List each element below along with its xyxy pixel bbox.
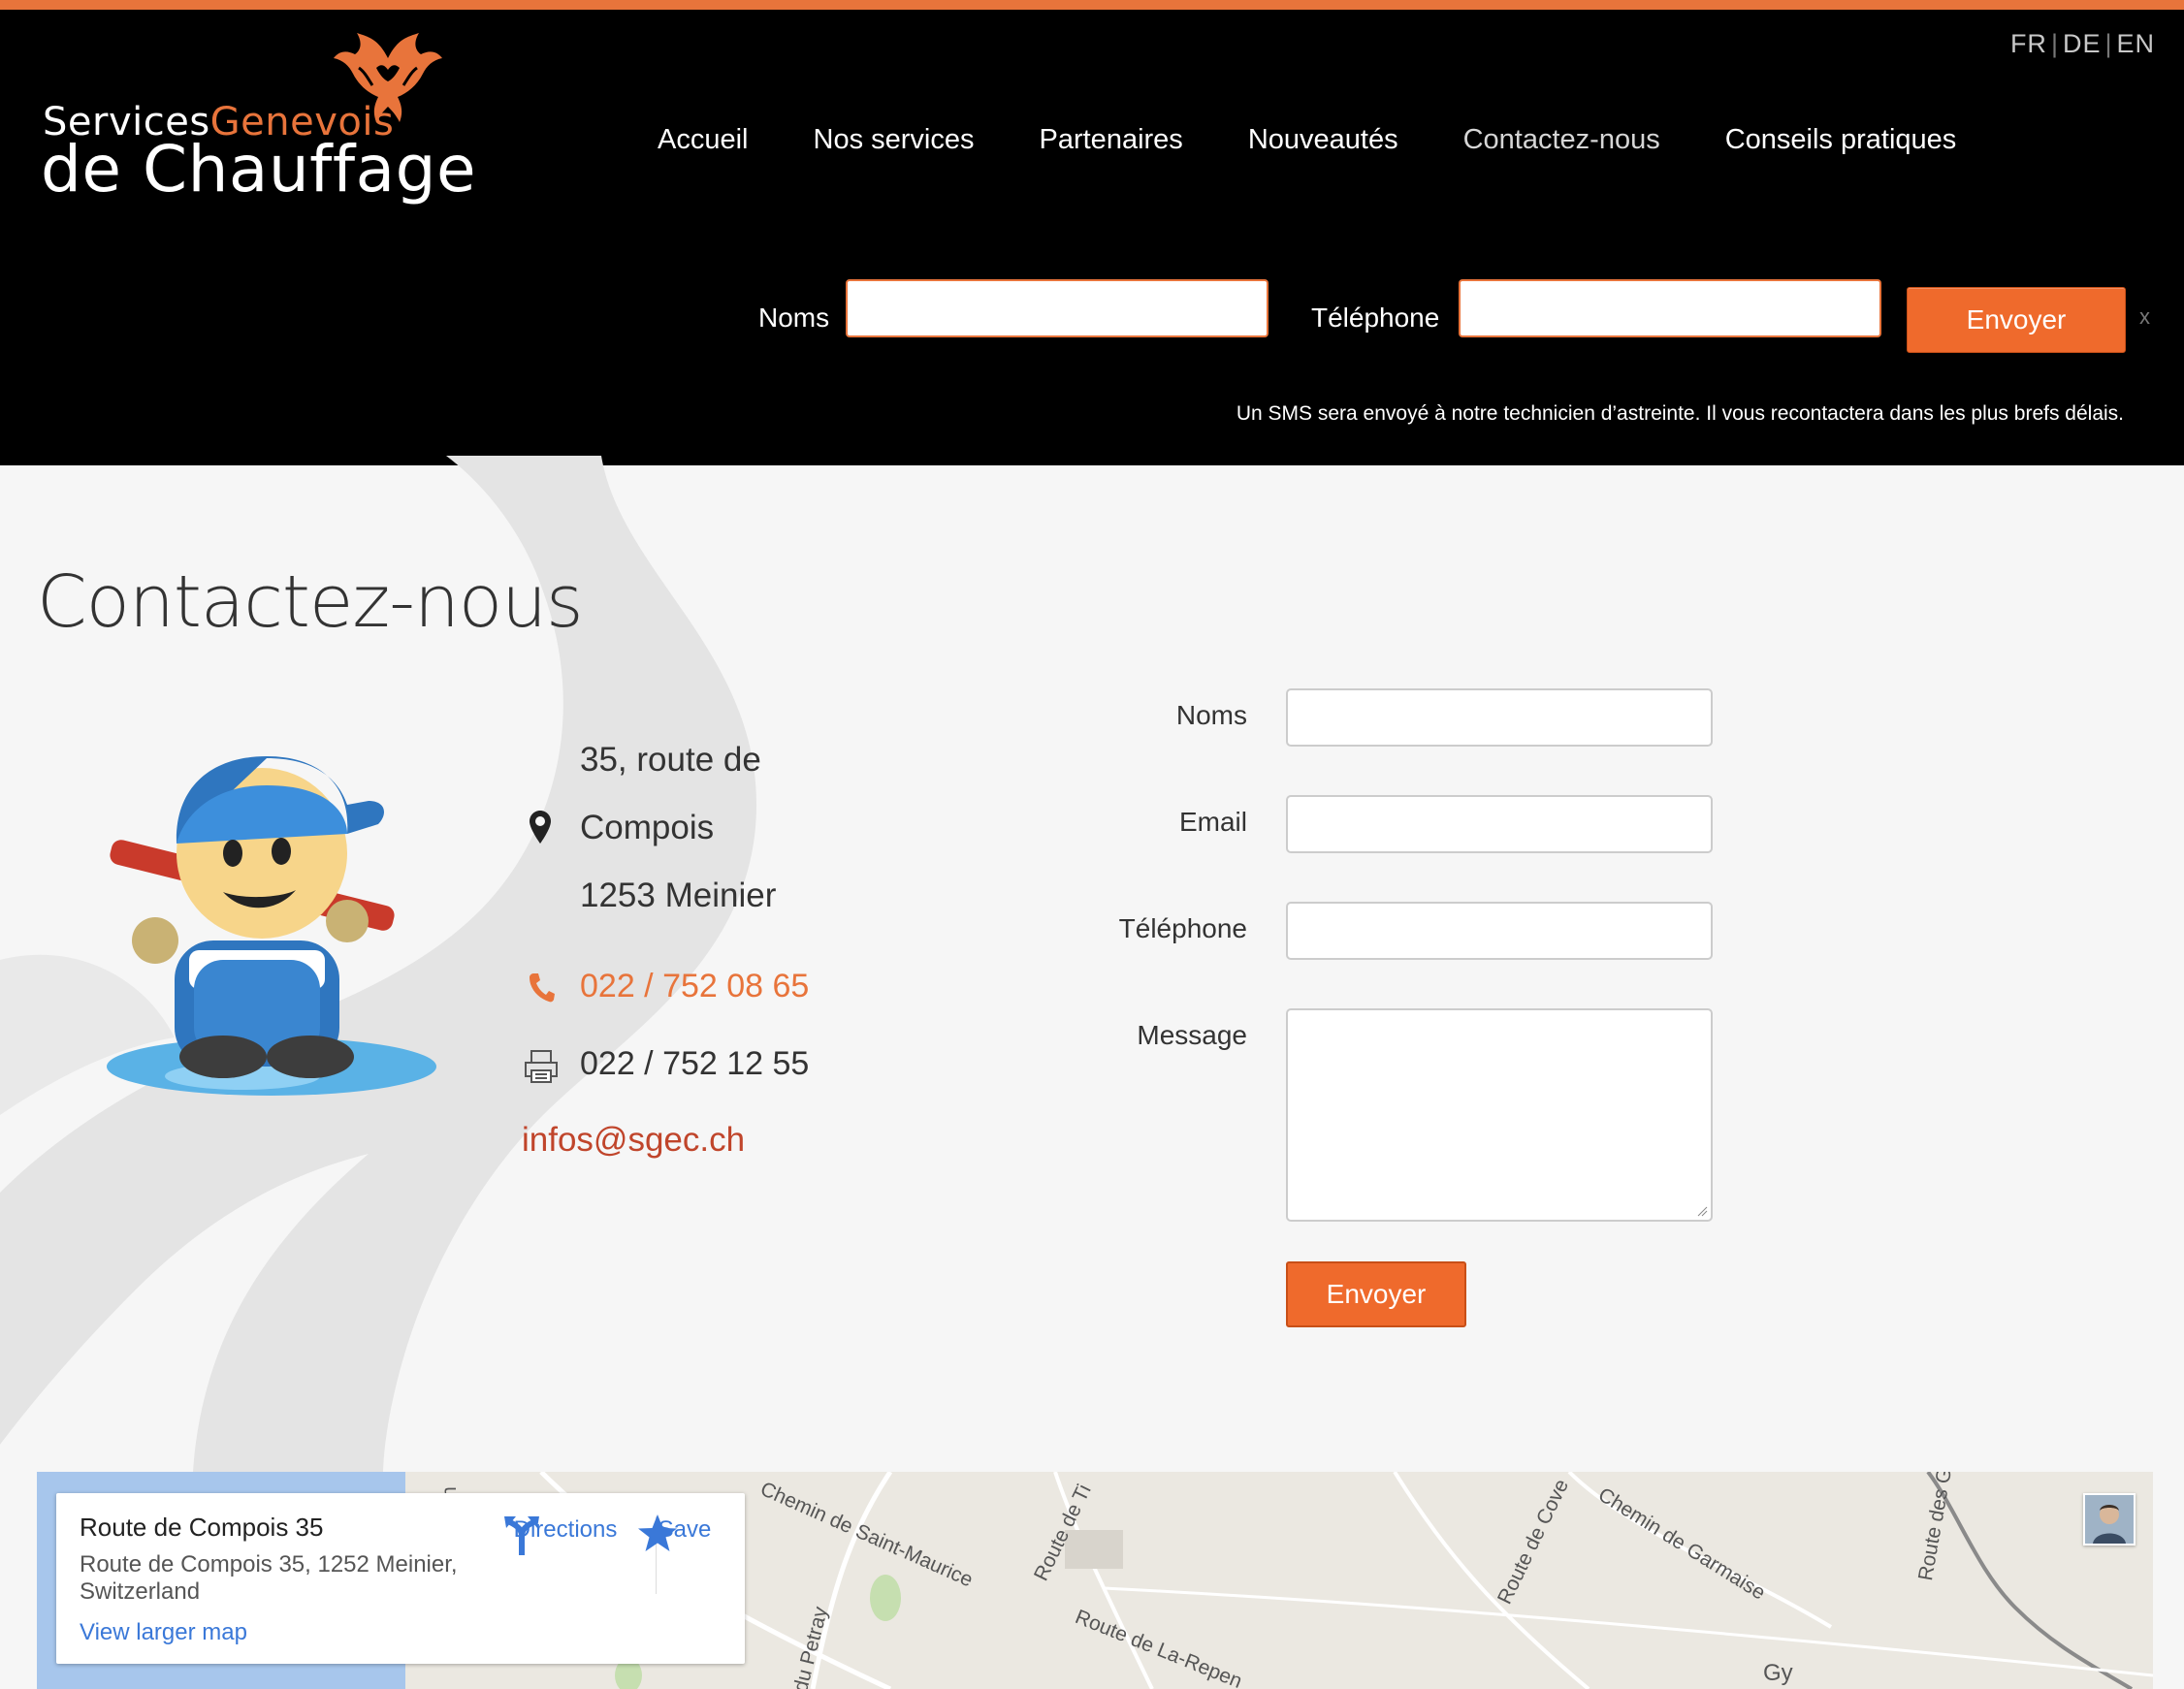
form-message-textarea[interactable] — [1286, 1008, 1713, 1222]
phone-number[interactable]: 022 / 752 08 65 — [580, 968, 809, 1005]
fax-icon — [525, 1050, 558, 1083]
resize-grip-icon[interactable] — [1696, 1205, 1708, 1217]
address-line-2: Compois — [580, 809, 715, 846]
callback-name-input[interactable] — [846, 279, 1269, 337]
embedded-map[interactable]: Chemin de Saint-Maurice Route de Ti Rout… — [37, 1472, 2153, 1689]
star-icon — [638, 1514, 677, 1551]
form-phone-input[interactable] — [1286, 902, 1713, 960]
nav-nouveautes[interactable]: Nouveautés — [1248, 124, 1398, 156]
form-submit-button[interactable]: Envoyer — [1286, 1261, 1466, 1327]
callback-phone-input[interactable] — [1459, 279, 1881, 337]
address-line-1: 35, route de — [580, 741, 761, 779]
map-pin-icon — [530, 811, 551, 844]
phone-icon — [530, 973, 555, 1003]
plumber-mascot-image — [107, 756, 436, 1096]
main-nav: Accueil Nos services Partenaires Nouveau… — [658, 124, 2021, 156]
form-name-label: Noms — [1175, 700, 1247, 730]
nav-partenaires[interactable]: Partenaires — [1040, 124, 1183, 156]
map-place-label: Gy — [1763, 1660, 1793, 1686]
directions-icon — [504, 1516, 539, 1555]
map-info-card: Route de Compois 35 Route de Compois 35,… — [56, 1493, 745, 1664]
callback-close-icon[interactable]: x — [2139, 304, 2150, 330]
form-name-input[interactable] — [1286, 688, 1713, 747]
form-phone-label: Téléphone — [1118, 913, 1247, 943]
save-button[interactable]: Save — [636, 1513, 733, 1551]
page-title: Contactez-nous — [37, 559, 584, 644]
nav-nos-services[interactable]: Nos services — [814, 124, 975, 156]
callback-submit-button[interactable]: Envoyer — [1907, 287, 2126, 353]
lang-separator: | — [2104, 29, 2113, 58]
nav-conseils-pratiques[interactable]: Conseils pratiques — [1725, 124, 1957, 156]
avatar-icon — [2085, 1495, 2134, 1544]
site-header: ServicesGenevois de Chauffage FR | DE | EN A… — [0, 10, 2184, 465]
form-email-label: Email — [1178, 807, 1247, 837]
form-message-label: Message — [1137, 1020, 1247, 1050]
nav-contactez-nous[interactable]: Contactez-nous — [1463, 124, 1660, 156]
address-line-3: 1253 Meinier — [580, 876, 777, 914]
fax-number: 022 / 752 12 55 — [580, 1045, 810, 1082]
form-email-input[interactable] — [1286, 795, 1713, 853]
view-larger-map-link[interactable]: View larger map — [80, 1619, 247, 1646]
user-avatar[interactable] — [2083, 1493, 2136, 1546]
lang-de[interactable]: DE — [2063, 29, 2102, 58]
top-accent-bar — [0, 0, 2184, 10]
lang-en[interactable]: EN — [2116, 29, 2155, 58]
callback-note: Un SMS sera envoyé à notre technicien d’… — [1236, 402, 2124, 425]
email-link[interactable]: infos@sgec.ch — [522, 1121, 745, 1160]
language-switcher: FR | DE | EN — [2010, 29, 2155, 59]
logo-wordmark-bottom: de Chauffage — [41, 132, 477, 207]
site-logo[interactable]: ServicesGenevois de Chauffage — [39, 29, 495, 213]
lang-fr[interactable]: FR — [2010, 29, 2047, 58]
directions-button[interactable]: Directions — [502, 1513, 628, 1555]
map-place-title: Route de Compois 35 — [80, 1513, 324, 1542]
callback-name-label: Noms — [758, 303, 830, 333]
nav-accueil[interactable]: Accueil — [658, 124, 749, 156]
callback-phone-label: Téléphone — [1311, 303, 1440, 333]
map-place-address: Route de Compois 35, 1252 Meinier, Switz… — [80, 1551, 458, 1605]
lang-separator: | — [2050, 29, 2059, 58]
